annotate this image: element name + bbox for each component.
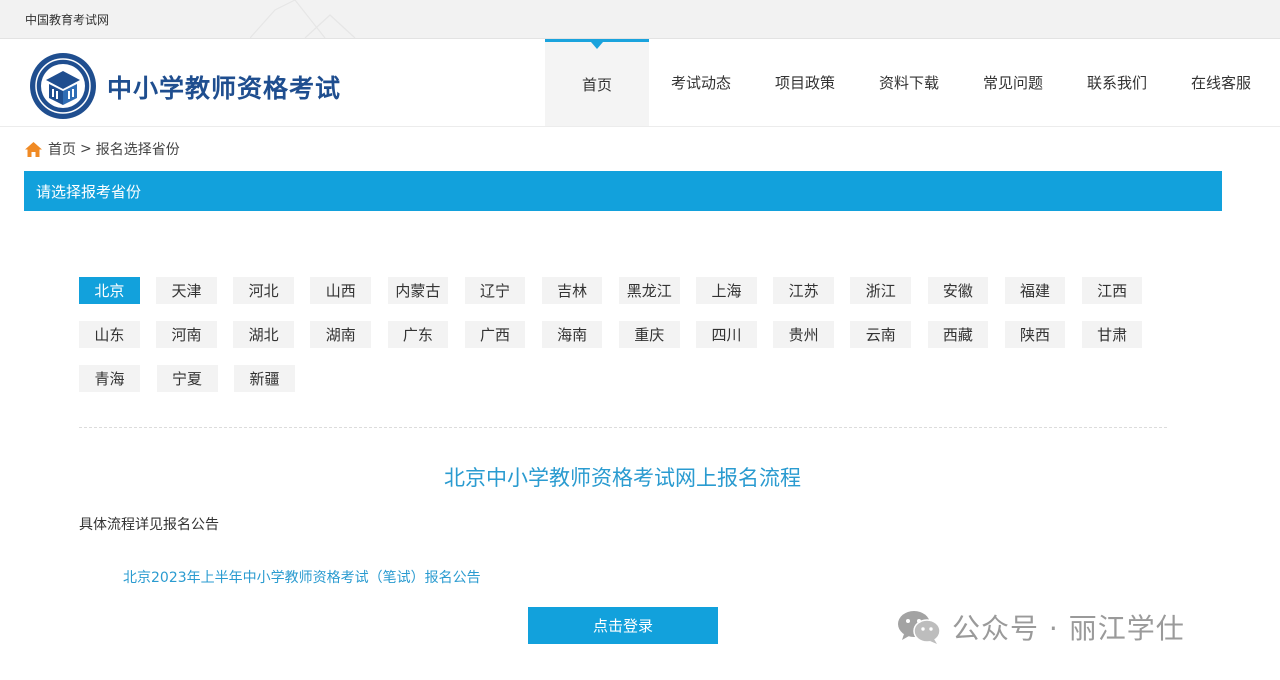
nav-exam-news[interactable]: 考试动态 — [649, 39, 753, 126]
province-button[interactable]: 浙江 — [850, 277, 912, 304]
watermark-text: 公众号 · 丽江学仕 — [952, 612, 1185, 645]
breadcrumb: 首页 > 报名选择省份 — [25, 139, 180, 159]
province-button[interactable]: 广东 — [387, 321, 449, 348]
province-button[interactable]: 青海 — [79, 365, 140, 392]
main-nav: 首页 考试动态 项目政策 资料下载 常见问题 联系我们 在线客服 — [545, 39, 1273, 126]
header: 中小学教师资格考试 首页 考试动态 项目政策 资料下载 常见问题 联系我们 在线… — [0, 39, 1280, 127]
nav-downloads[interactable]: 资料下载 — [857, 39, 961, 126]
site-title[interactable]: 中小学教师资格考试 — [107, 69, 341, 105]
province-button[interactable]: 云南 — [850, 321, 912, 348]
nav-label: 资料下载 — [878, 74, 939, 92]
active-caret-icon — [591, 42, 603, 49]
nav-label: 首页 — [581, 75, 612, 94]
nav-label: 在线客服 — [1190, 74, 1251, 92]
province-button[interactable]: 西藏 — [927, 321, 989, 348]
section-title: 请选择报考省份 — [36, 183, 142, 201]
province-row: 青海 宁夏 新疆 — [79, 365, 1159, 392]
breadcrumb-home-link[interactable]: 首页 — [48, 139, 76, 159]
nav-label: 联系我们 — [1086, 74, 1147, 92]
province-row: 北京 天津 河北 山西 内蒙古 辽宁 吉林 黑龙江 上海 江苏 浙江 安徽 福建 江西 — [79, 277, 1159, 304]
province-button[interactable]: 辽宁 — [464, 277, 526, 304]
province-button[interactable]: 江苏 — [773, 277, 834, 304]
flow-title: 北京中小学教师资格考试网上报名流程 — [444, 466, 801, 490]
province-button[interactable]: 安徽 — [927, 277, 989, 304]
province-button[interactable]: 广西 — [464, 321, 526, 348]
nav-online-service[interactable]: 在线客服 — [1169, 39, 1273, 126]
province-row: 山东 河南 湖北 湖南 广东 广西 海南 重庆 四川 贵州 云南 西藏 陕西 甘肃 — [79, 321, 1159, 348]
province-button[interactable]: 河南 — [156, 321, 217, 348]
wechat-icon — [898, 611, 941, 644]
notice-link[interactable]: 北京2023年上半年中小学教师资格考试（笔试）报名公告 — [123, 567, 481, 587]
flow-detail-text: 具体流程详见报名公告 — [79, 517, 219, 533]
nav-label: 常见问题 — [982, 74, 1043, 92]
province-button[interactable]: 江西 — [1081, 277, 1143, 304]
province-button[interactable]: 北京 — [79, 277, 140, 304]
nav-faq[interactable]: 常见问题 — [961, 39, 1065, 126]
province-button[interactable]: 陕西 — [1004, 321, 1066, 348]
breadcrumb-separator: > — [80, 141, 92, 157]
province-button[interactable]: 新疆 — [234, 365, 295, 392]
province-button[interactable]: 吉林 — [541, 277, 603, 304]
logo-emblem-icon — [30, 53, 96, 119]
section-header: 请选择报考省份 — [24, 171, 1222, 211]
province-button[interactable]: 天津 — [156, 277, 217, 304]
decorative-lines — [250, 0, 356, 38]
nav-home[interactable]: 首页 — [545, 39, 649, 126]
nav-label: 项目政策 — [774, 74, 835, 92]
province-button[interactable]: 河北 — [233, 277, 294, 304]
province-button[interactable]: 黑龙江 — [618, 277, 680, 304]
nav-label: 考试动态 — [670, 74, 731, 92]
province-button[interactable]: 山西 — [310, 277, 372, 304]
nav-policy[interactable]: 项目政策 — [753, 39, 857, 126]
login-button[interactable]: 点击登录 — [528, 607, 718, 644]
watermark: 公众号 · 丽江学仕 — [896, 607, 1185, 647]
province-button[interactable]: 四川 — [696, 321, 757, 348]
province-button[interactable]: 宁夏 — [156, 365, 218, 392]
province-button[interactable]: 福建 — [1004, 277, 1066, 304]
nav-contact[interactable]: 联系我们 — [1065, 39, 1169, 126]
province-button[interactable]: 湖北 — [233, 321, 294, 348]
breadcrumb-current: 报名选择省份 — [95, 142, 180, 158]
province-button[interactable]: 内蒙古 — [387, 277, 449, 304]
province-button[interactable]: 贵州 — [773, 321, 834, 348]
province-button[interactable]: 海南 — [541, 321, 603, 348]
province-button[interactable]: 上海 — [696, 277, 757, 304]
province-button[interactable]: 山东 — [79, 321, 140, 348]
province-button[interactable]: 重庆 — [618, 321, 680, 348]
home-icon — [25, 141, 42, 157]
dashed-divider — [79, 427, 1167, 428]
province-button[interactable]: 甘肃 — [1081, 321, 1143, 348]
province-grid: 北京 天津 河北 山西 内蒙古 辽宁 吉林 黑龙江 上海 江苏 浙江 安徽 福建 江西 山东 河南 湖北 湖南 广东… — [79, 277, 1159, 409]
site-name[interactable]: 中国教育考试网 — [25, 11, 109, 28]
province-button[interactable]: 湖南 — [310, 321, 372, 348]
top-bar: 中国教育考试网 — [0, 0, 1280, 39]
